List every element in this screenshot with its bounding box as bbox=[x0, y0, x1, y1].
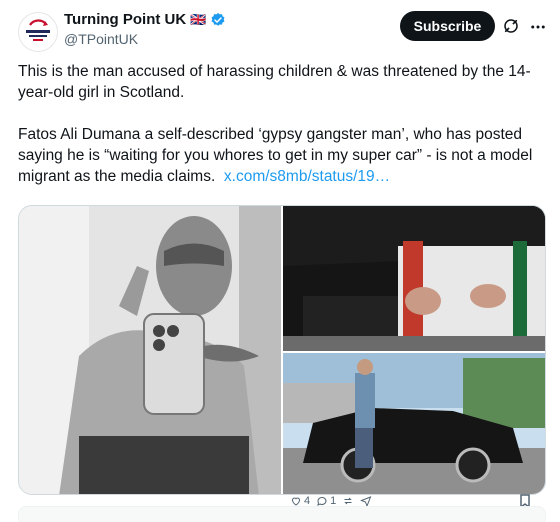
media-photo-selfie[interactable] bbox=[19, 206, 281, 494]
media-grid bbox=[18, 205, 546, 495]
more-options-icon[interactable] bbox=[529, 18, 547, 36]
tweet-text: This is the man accused of harassing chi… bbox=[18, 61, 544, 208]
turning-point-logo-icon bbox=[26, 19, 50, 41]
account-handle[interactable]: @TPointUK bbox=[64, 31, 138, 47]
name-row: Turning Point UK 🇬🇧 bbox=[64, 11, 226, 28]
reply-bar[interactable] bbox=[18, 506, 546, 522]
verified-badge-icon bbox=[211, 12, 225, 26]
grok-icon[interactable] bbox=[502, 17, 520, 35]
display-name[interactable]: Turning Point UK bbox=[64, 11, 186, 28]
car-photo-image bbox=[283, 353, 545, 494]
subscribe-button[interactable]: Subscribe bbox=[400, 11, 495, 41]
tweet-paragraph: This is the man accused of harassing chi… bbox=[18, 63, 531, 101]
media-photo-seated-people[interactable] bbox=[283, 206, 545, 351]
media-photo-car[interactable] bbox=[283, 353, 545, 494]
seated-people-photo-image bbox=[283, 206, 545, 351]
tweet-link[interactable]: x.com/s8mb/status/19… bbox=[224, 168, 390, 185]
uk-flag-icon: 🇬🇧 bbox=[190, 12, 207, 27]
tweet-paragraph: Fatos Ali Dumana a self-described ‘gypsy… bbox=[18, 124, 544, 187]
selfie-photo-image bbox=[19, 206, 281, 494]
tweet-header: Turning Point UK 🇬🇧 @TPointUK Subscribe bbox=[14, 8, 546, 52]
avatar[interactable] bbox=[18, 12, 58, 52]
